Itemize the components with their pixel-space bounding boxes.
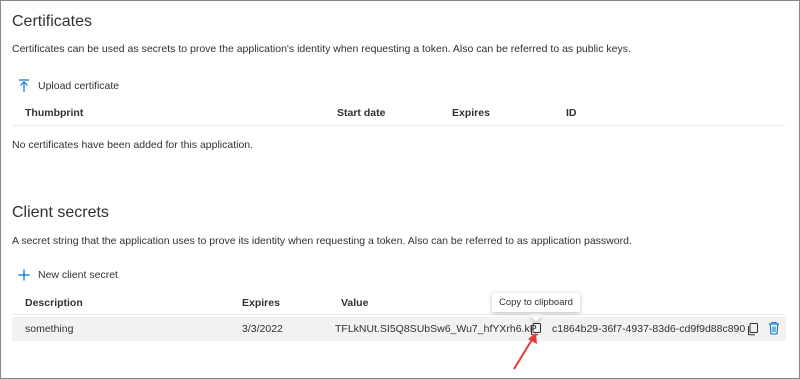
client-secrets-description: A secret string that the application use…	[12, 235, 632, 247]
annotation-arrow	[513, 333, 537, 370]
upload-certificate-label: Upload certificate	[38, 80, 120, 92]
certificates-title: Certificates	[12, 13, 93, 30]
column-secret-expires: Expires	[242, 297, 280, 309]
secret-expires: 3/3/2022	[242, 323, 283, 335]
client-secrets-header-divider	[12, 314, 786, 315]
copy-icon[interactable]	[746, 322, 760, 336]
column-expires: Expires	[452, 107, 490, 119]
client-secrets-title: Client secrets	[12, 204, 109, 221]
certificates-empty-message: No certificates have been added for this…	[12, 139, 254, 151]
trash-icon[interactable]	[767, 321, 781, 335]
column-value: Value	[341, 297, 369, 309]
certificates-description: Certificates can be used as secrets to p…	[12, 43, 631, 55]
certificates-header-divider	[12, 125, 786, 126]
column-start-date: Start date	[337, 107, 386, 119]
secret-description: something	[25, 323, 74, 335]
new-client-secret-label: New client secret	[38, 269, 118, 281]
new-client-secret-button[interactable]: New client secret	[18, 269, 118, 281]
app-registration-panel: Certificates Certificates can be used as…	[0, 0, 800, 379]
upload-icon	[19, 79, 29, 92]
secret-id: c1864b29-36f7-4937-83d6-cd9f9d88c890	[552, 323, 746, 335]
column-thumbprint: Thumbprint	[25, 107, 84, 119]
copy-tooltip: Copy to clipboard	[492, 293, 580, 312]
column-description: Description	[25, 297, 83, 309]
column-id: ID	[566, 107, 577, 119]
plus-icon	[18, 269, 30, 281]
upload-certificate-button[interactable]: Upload certificate	[18, 79, 119, 93]
